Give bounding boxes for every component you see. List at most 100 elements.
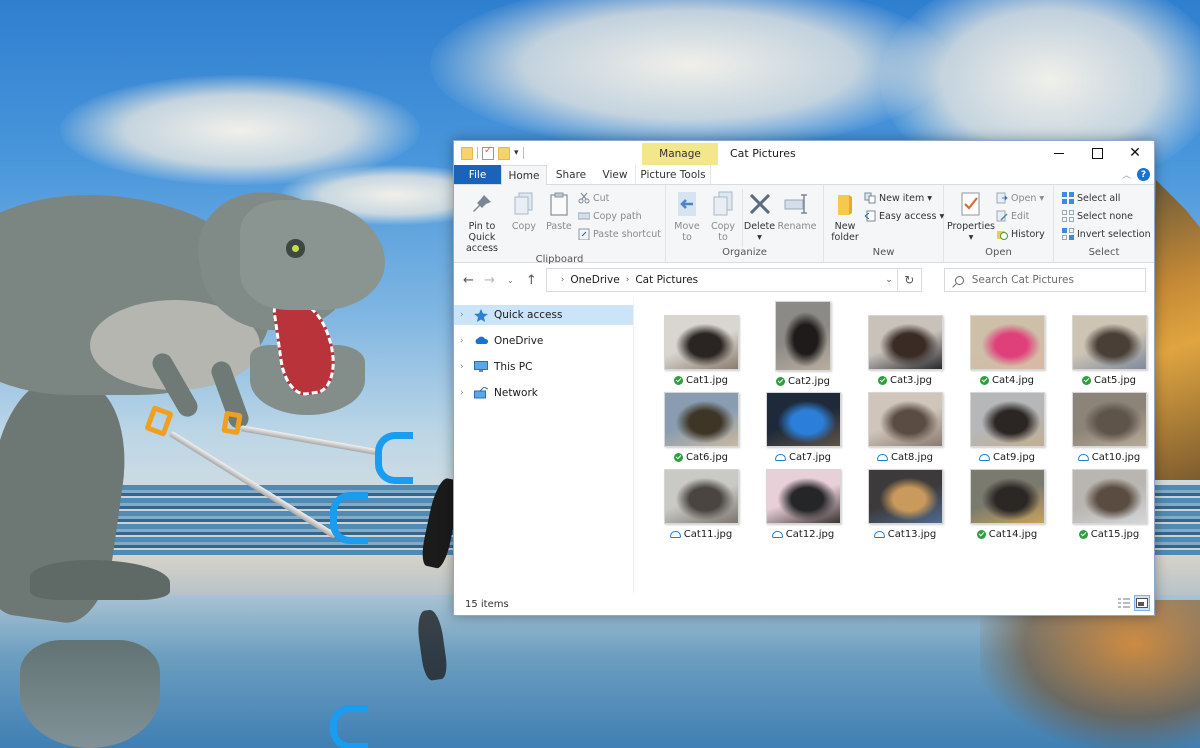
new-folder-button[interactable]: New folder bbox=[828, 189, 862, 247]
tab-picture-tools[interactable]: Picture Tools bbox=[635, 165, 711, 184]
properties-dropdown-icon[interactable]: ▾ bbox=[969, 232, 974, 243]
file-item[interactable]: Cat11.jpg bbox=[650, 464, 752, 541]
history-button[interactable]: History bbox=[996, 226, 1045, 242]
back-button[interactable]: ← bbox=[462, 273, 475, 288]
select-none-button[interactable]: Select none bbox=[1062, 208, 1151, 224]
invert-selection-button[interactable]: Invert selection bbox=[1062, 226, 1151, 242]
expand-chevron-icon[interactable]: › bbox=[460, 388, 468, 398]
refresh-button[interactable]: ↻ bbox=[896, 269, 921, 291]
sidebar-item-quick-access[interactable]: › Quick access bbox=[454, 305, 633, 325]
move-to-button[interactable]: Move to bbox=[670, 189, 704, 247]
pin-to-quick-access-button[interactable]: Pin to Quick access bbox=[458, 189, 506, 254]
file-thumbnail[interactable] bbox=[775, 301, 831, 372]
breadcrumb-chevron-icon[interactable]: › bbox=[561, 275, 565, 285]
file-thumbnail[interactable] bbox=[663, 469, 739, 524]
breadcrumb-onedrive[interactable]: OneDrive bbox=[570, 274, 619, 286]
close-button[interactable]: ✕ bbox=[1116, 141, 1154, 165]
synced-check-icon bbox=[1081, 376, 1091, 385]
cut-button[interactable]: Cut bbox=[578, 190, 661, 206]
file-item[interactable]: Cat4.jpg bbox=[956, 301, 1058, 387]
file-item[interactable]: Cat6.jpg bbox=[650, 387, 752, 464]
customize-toolbar-dropdown[interactable]: ▾ bbox=[514, 148, 519, 158]
sidebar-item-onedrive[interactable]: › OneDrive bbox=[454, 331, 633, 351]
cloud-only-icon bbox=[774, 454, 786, 461]
file-thumbnail[interactable] bbox=[969, 469, 1045, 524]
file-item[interactable]: Cat14.jpg bbox=[956, 464, 1058, 541]
open-button[interactable]: Open ▾ bbox=[996, 190, 1045, 206]
new-item-button[interactable]: New item ▾ bbox=[864, 190, 944, 206]
file-thumbnail[interactable] bbox=[1071, 392, 1147, 447]
file-item[interactable]: Cat7.jpg bbox=[752, 387, 854, 464]
file-item[interactable]: Cat15.jpg bbox=[1058, 464, 1160, 541]
details-view-button[interactable] bbox=[1116, 595, 1132, 611]
up-button[interactable]: ↑ bbox=[525, 273, 538, 288]
file-name: Cat14.jpg bbox=[976, 528, 1037, 541]
forward-button[interactable]: → bbox=[483, 273, 496, 288]
file-thumbnail[interactable] bbox=[867, 392, 943, 447]
file-thumbnail[interactable] bbox=[867, 469, 943, 524]
recent-locations-button[interactable]: ⌄ bbox=[504, 276, 517, 285]
rename-button[interactable]: Rename bbox=[778, 189, 816, 247]
file-thumbnail[interactable] bbox=[1071, 315, 1147, 370]
sidebar-item-this-pc[interactable]: › This PC bbox=[454, 357, 633, 377]
copy-button[interactable]: Copy bbox=[508, 189, 540, 254]
tab-share[interactable]: Share bbox=[547, 165, 595, 184]
search-box[interactable] bbox=[943, 268, 1147, 292]
file-thumbnail[interactable] bbox=[1071, 469, 1147, 524]
file-item[interactable]: Cat10.jpg bbox=[1058, 387, 1160, 464]
manage-contextual-tab[interactable]: Manage bbox=[642, 143, 718, 165]
file-thumbnail[interactable] bbox=[663, 392, 739, 447]
minimize-button[interactable] bbox=[1040, 141, 1078, 165]
tab-view[interactable]: View bbox=[595, 165, 635, 184]
expand-chevron-icon[interactable]: › bbox=[460, 362, 468, 372]
search-input[interactable] bbox=[971, 274, 1142, 286]
expand-chevron-icon[interactable]: › bbox=[460, 336, 468, 346]
breadcrumb-chevron-icon[interactable]: › bbox=[626, 275, 630, 285]
copy-to-label: Copy bbox=[710, 221, 736, 232]
file-thumbnail[interactable] bbox=[765, 469, 841, 524]
file-item[interactable]: Cat8.jpg bbox=[854, 387, 956, 464]
synced-check-icon bbox=[976, 530, 986, 539]
properties-button[interactable]: Properties ▾ bbox=[947, 189, 995, 247]
file-item[interactable]: Cat1.jpg bbox=[650, 301, 752, 387]
properties-icon[interactable] bbox=[482, 145, 494, 160]
minimize-ribbon-icon[interactable]: ︿ bbox=[1122, 168, 1131, 181]
file-item[interactable]: Cat5.jpg bbox=[1058, 301, 1160, 387]
tab-home[interactable]: Home bbox=[501, 165, 547, 185]
new-folder-icon[interactable] bbox=[498, 146, 510, 160]
file-item[interactable]: Cat12.jpg bbox=[752, 464, 854, 541]
file-thumbnail[interactable] bbox=[867, 315, 943, 370]
easy-access-button[interactable]: Easy access ▾ bbox=[864, 208, 944, 224]
file-thumbnail[interactable] bbox=[765, 392, 841, 447]
file-item[interactable]: Cat3.jpg bbox=[854, 301, 956, 387]
paste-button[interactable]: Paste bbox=[542, 189, 576, 254]
maximize-button[interactable] bbox=[1078, 141, 1116, 165]
sidebar-item-label: Network bbox=[494, 387, 538, 399]
file-thumbnail[interactable] bbox=[663, 315, 739, 370]
paste-shortcut-button[interactable]: Paste shortcut bbox=[578, 226, 661, 242]
delete-dropdown-icon[interactable]: ▾ bbox=[757, 232, 762, 243]
dropdown-arrow-icon: ▾ bbox=[927, 192, 932, 204]
address-bar[interactable]: › OneDrive › Cat Pictures ⌄ ↻ bbox=[545, 268, 922, 292]
sidebar-item-network[interactable]: › Network bbox=[454, 383, 633, 403]
select-all-button[interactable]: Select all bbox=[1062, 190, 1151, 206]
delete-button[interactable]: Delete ▾ bbox=[742, 189, 776, 247]
file-item[interactable]: Cat13.jpg bbox=[854, 464, 956, 541]
folder-icon[interactable] bbox=[461, 146, 473, 160]
file-item[interactable]: Cat2.jpg bbox=[752, 301, 854, 387]
file-item[interactable]: Cat9.jpg bbox=[956, 387, 1058, 464]
large-icons-view-button[interactable] bbox=[1134, 595, 1150, 611]
search-icon bbox=[954, 275, 964, 285]
tab-file[interactable]: File bbox=[454, 165, 501, 184]
file-name-label: Cat13.jpg bbox=[887, 529, 937, 540]
help-icon[interactable]: ? bbox=[1137, 168, 1150, 181]
breadcrumb-cat-pictures[interactable]: Cat Pictures bbox=[635, 274, 698, 286]
file-thumbnail[interactable] bbox=[969, 315, 1045, 370]
expand-chevron-icon[interactable]: › bbox=[460, 310, 468, 320]
file-name-label: Cat3.jpg bbox=[889, 375, 933, 386]
file-thumbnail[interactable] bbox=[969, 392, 1045, 447]
address-dropdown-icon[interactable]: ⌄ bbox=[885, 275, 893, 285]
copy-path-button[interactable]: Copy path bbox=[577, 208, 661, 224]
copy-to-button[interactable]: Copy to bbox=[706, 189, 740, 247]
edit-button[interactable]: Edit bbox=[996, 208, 1045, 224]
